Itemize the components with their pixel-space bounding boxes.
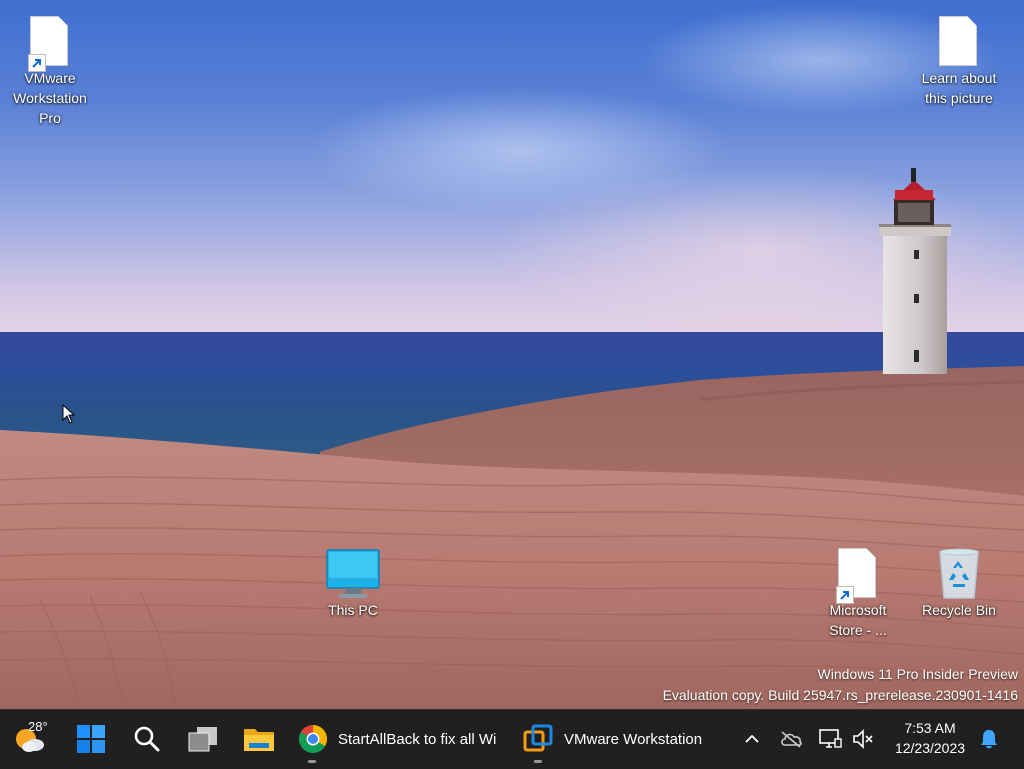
taskbar-app-label: StartAllBack to fix all Wi	[338, 730, 497, 748]
task-view-icon	[188, 727, 217, 752]
task-view-button[interactable]	[178, 710, 228, 768]
taskbar-app-label: VMware Workstation	[564, 730, 703, 748]
search-icon	[134, 726, 160, 752]
taskbar: 28° StartAllBack to fix all Wi VMware Wo…	[0, 709, 1024, 769]
shortcut-arrow-icon	[836, 586, 854, 604]
desktop-icon-label: Learn about this picture	[921, 70, 997, 106]
desktop-icon-label: VMware Workstation Pro	[13, 70, 87, 126]
shortcut-arrow-icon	[28, 54, 46, 72]
recycle-bin-icon	[939, 548, 979, 599]
file-explorer-button[interactable]	[234, 710, 284, 768]
desktop-icon-vmware-workstation-pro[interactable]: VMware Workstation Pro	[8, 8, 92, 128]
folder-icon	[244, 729, 274, 751]
running-indicator	[534, 760, 542, 763]
mouse-cursor-icon	[62, 404, 76, 424]
windows-evaluation-watermark: Windows 11 Pro Insider Preview Evaluatio…	[663, 664, 1018, 706]
vmware-shortcut-icon	[28, 16, 70, 72]
network-icon	[819, 729, 842, 748]
desktop[interactable]: VMware Workstation Pro Learn about this …	[0, 0, 1024, 709]
watermark-line-2: Evaluation copy. Build 25947.rs_prerelea…	[662, 687, 1018, 703]
desktop-icon-microsoft-store[interactable]: Microsoft Store - ...	[816, 540, 900, 640]
desktop-icon-label: Microsoft Store - ...	[829, 602, 887, 638]
weather-widget-button[interactable]: 28°	[6, 710, 54, 768]
running-indicator	[308, 760, 316, 763]
onedrive-tray-button[interactable]	[779, 727, 803, 751]
desktop-icon-recycle-bin[interactable]: Recycle Bin	[917, 540, 1001, 620]
weather-temperature: 28°	[28, 719, 48, 734]
clock-date: 12/23/2023	[894, 740, 966, 756]
volume-tray-button[interactable]	[851, 727, 875, 751]
notification-center-button[interactable]	[977, 727, 1001, 751]
desktop-icon-learn-about-this-picture[interactable]: Learn about this picture	[917, 8, 1001, 108]
volume-muted-icon	[853, 729, 873, 749]
start-button[interactable]	[66, 710, 116, 768]
desktop-icon-label: Recycle Bin	[922, 602, 996, 618]
cloud-offline-icon	[781, 731, 802, 748]
chevron-up-icon	[745, 734, 759, 743]
taskbar-app-chrome[interactable]: StartAllBack to fix all Wi	[290, 710, 510, 768]
taskbar-app-vmware[interactable]: VMware Workstation	[516, 710, 726, 768]
search-button[interactable]	[122, 710, 172, 768]
document-icon	[939, 16, 979, 68]
vmware-icon	[523, 724, 553, 752]
watermark-line-1: Windows 11 Pro Insider Preview	[817, 666, 1018, 682]
store-shortcut-icon	[836, 548, 878, 604]
taskbar-clock[interactable]: 7:53 AM 12/23/2023	[884, 718, 976, 758]
desktop-icon-label: This PC	[328, 602, 378, 618]
chrome-icon	[299, 725, 327, 753]
windows-logo-icon	[77, 725, 105, 753]
bell-icon	[981, 730, 997, 749]
monitor-icon	[326, 549, 380, 598]
network-tray-button[interactable]	[818, 727, 842, 751]
clock-time: 7:53 AM	[904, 720, 956, 736]
desktop-icon-this-pc[interactable]: This PC	[311, 540, 395, 620]
show-hidden-icons-button[interactable]	[740, 727, 764, 751]
